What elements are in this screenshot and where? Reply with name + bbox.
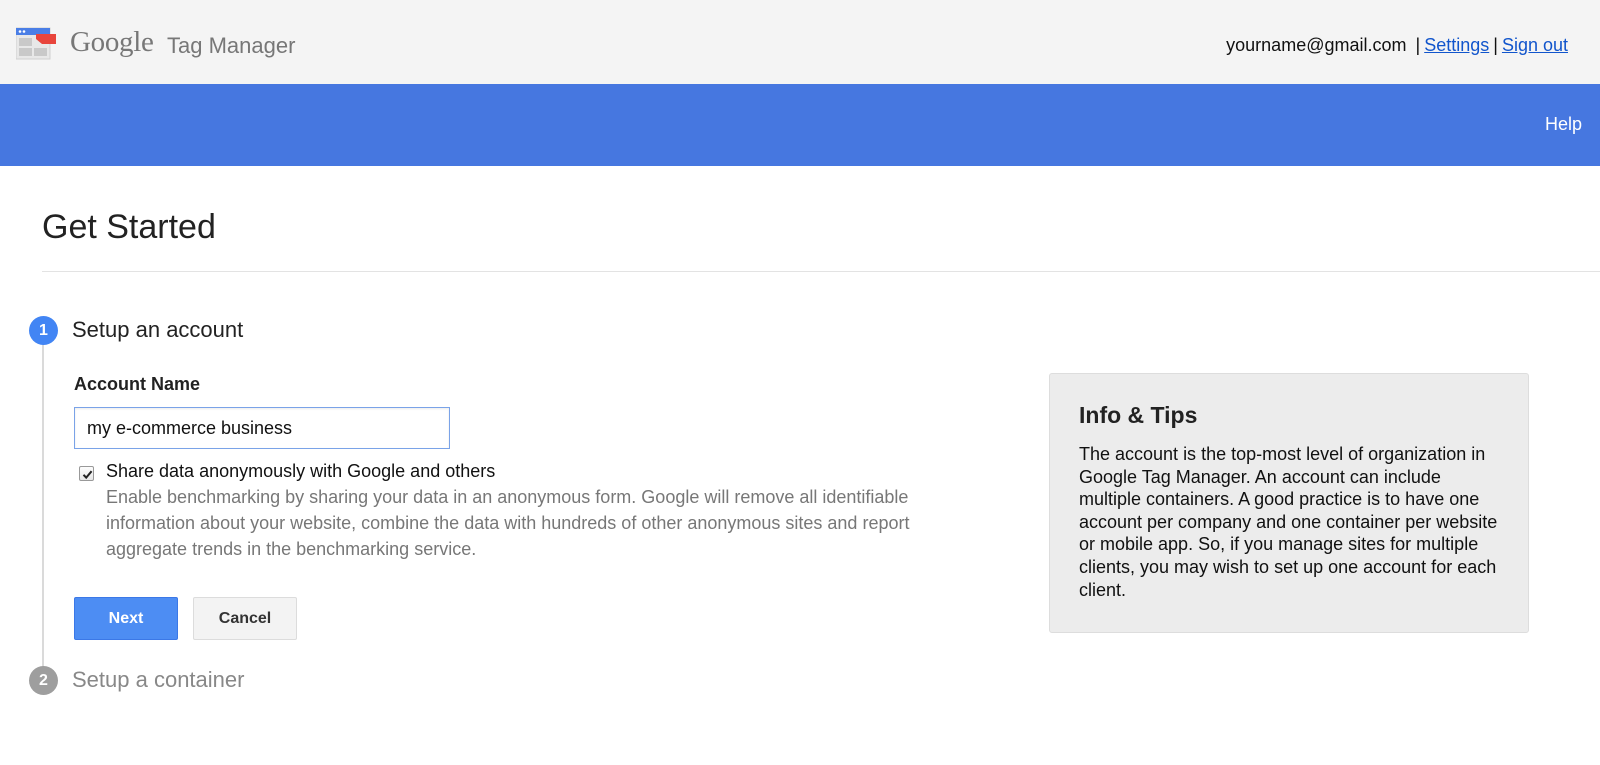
account-name-label: Account Name	[74, 374, 201, 394]
help-link[interactable]: Help	[1545, 114, 1582, 135]
separator: |	[1415, 35, 1421, 55]
step-connector-line	[42, 344, 44, 674]
account-email: yourname@gmail.com	[1226, 35, 1407, 55]
top-header: Google Tag Manager yourname@gmail.com | S…	[0, 0, 1600, 84]
account-name-input[interactable]	[74, 407, 450, 449]
next-button[interactable]: Next	[74, 597, 178, 640]
title-divider	[42, 271, 1600, 272]
info-tips-body: The account is the top-most level of org…	[1079, 444, 1498, 600]
settings-link[interactable]: Settings	[1424, 35, 1489, 55]
brand-google-wordmark: Google	[70, 26, 154, 58]
tag-manager-logo-icon[interactable]	[16, 26, 58, 60]
brand-product-name: Tag Manager	[167, 33, 296, 58]
step-1-number-badge: 1	[29, 316, 58, 345]
page-title: Get Started	[42, 208, 216, 246]
share-data-help-text: Enable benchmarking by sharing your data…	[106, 487, 910, 559]
info-tips-panel: Info & Tips The account is the top-most …	[1049, 373, 1529, 633]
info-tips-title: Info & Tips	[1079, 402, 1198, 428]
share-data-checkbox[interactable]	[79, 466, 94, 481]
cancel-button[interactable]: Cancel	[193, 597, 297, 640]
checkmark-icon	[82, 470, 93, 480]
separator: |	[1493, 35, 1498, 55]
step-2-number-badge: 2	[29, 666, 58, 695]
step-2-title: Setup a container	[72, 667, 245, 692]
sign-out-link[interactable]: Sign out	[1502, 35, 1568, 55]
account-area: yourname@gmail.com | Settings | Sign out	[1226, 35, 1568, 56]
step-1-title: Setup an account	[72, 317, 244, 342]
nav-bar: Help	[0, 84, 1600, 166]
share-data-checkbox-label[interactable]: Share data anonymously with Google and o…	[106, 461, 495, 482]
